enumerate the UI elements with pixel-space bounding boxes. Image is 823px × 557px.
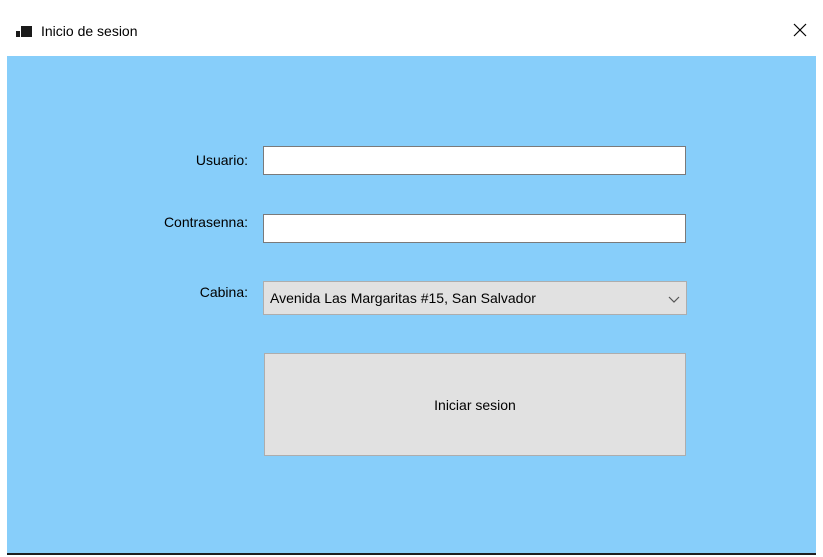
cabina-selected-value: Avenida Las Margaritas #15, San Salvador <box>270 290 536 306</box>
form-area: Usuario: Contrasenna: Cabina: Avenida La… <box>7 56 816 553</box>
contrasena-label: Contrasenna: <box>163 214 248 230</box>
close-icon <box>793 23 807 42</box>
contrasena-input[interactable] <box>263 214 686 243</box>
usuario-label: Usuario: <box>195 152 248 168</box>
login-window: Inicio de sesion Usuario: Contrasenna: C… <box>0 0 823 557</box>
chevron-down-icon[interactable] <box>668 292 680 304</box>
window-title: Inicio de sesion <box>41 23 138 39</box>
login-button[interactable]: Iniciar sesion <box>264 353 686 456</box>
close-button[interactable] <box>777 14 823 50</box>
login-button-label: Iniciar sesion <box>434 396 516 413</box>
cabina-select[interactable]: Avenida Las Margaritas #15, San Salvador <box>263 281 687 315</box>
cabina-label: Cabina: <box>199 284 248 300</box>
usuario-input[interactable] <box>263 146 686 175</box>
app-icon <box>16 24 32 37</box>
bottom-border <box>7 553 816 555</box>
title-bar[interactable]: Inicio de sesion <box>0 0 823 56</box>
